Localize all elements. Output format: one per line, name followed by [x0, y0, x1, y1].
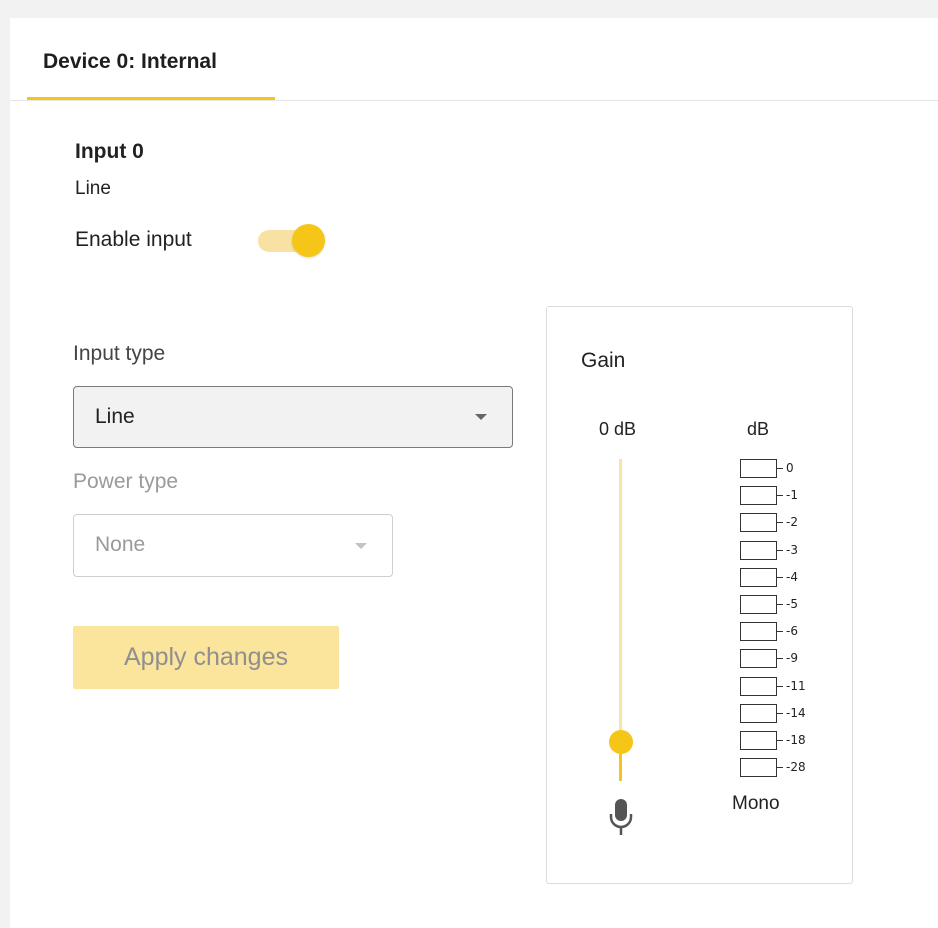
meter-segment: -14 — [740, 702, 820, 729]
power-type-select: None — [73, 514, 393, 577]
meter-box — [740, 731, 777, 750]
microphone-icon — [609, 799, 633, 835]
meter-tick — [777, 522, 783, 524]
meter-tick — [777, 712, 783, 714]
meter-segment: -6 — [740, 620, 820, 647]
meter-segment: -28 — [740, 756, 820, 783]
channel-label: Mono — [732, 793, 780, 814]
input-type-label: Input type — [73, 342, 166, 365]
gain-title: Gain — [581, 349, 626, 372]
meter-box — [740, 513, 777, 533]
meter-scale-label: -6 — [786, 624, 798, 639]
level-meter: 0 -1 -2 -3 -4 -5 -6 -9 -11 -14 -18 -28 — [740, 457, 820, 787]
input-type-select[interactable]: Line — [73, 386, 513, 448]
meter-scale-label: -28 — [786, 760, 806, 775]
meter-segment: -4 — [740, 566, 820, 593]
meter-scale-label: -9 — [786, 651, 798, 666]
input-type-value: Line — [95, 405, 135, 428]
meter-tick — [777, 576, 783, 578]
meter-unit-label: dB — [747, 419, 770, 439]
meter-scale-label: -4 — [786, 569, 798, 584]
meter-box — [740, 459, 777, 478]
meter-segment: 0 — [740, 457, 820, 484]
meter-segment: -1 — [740, 484, 820, 511]
meter-box — [740, 567, 777, 587]
meter-scale-label: -5 — [786, 597, 798, 611]
meter-scale-label: -2 — [786, 515, 798, 530]
device-tabs: Device 0: Internal — [10, 18, 938, 101]
apply-changes-button[interactable]: Apply changes — [73, 626, 339, 689]
meter-scale-label: -14 — [786, 705, 806, 720]
tab-device-0-internal[interactable]: Device 0: Internal — [27, 18, 275, 100]
meter-tick — [777, 658, 783, 660]
meter-tick — [777, 685, 783, 687]
meter-segment: -18 — [740, 729, 820, 756]
gain-panel: Gain 0 dB dB 0 -1 -2 -3 -4 -5 -6 -9 -11 -14 -18 -28… — [546, 306, 853, 884]
meter-scale-label: -1 — [786, 488, 798, 503]
slider-thumb[interactable] — [609, 730, 633, 755]
meter-scale-label: -18 — [786, 733, 806, 747]
meter-segment: -5 — [740, 593, 820, 620]
meter-segment: -11 — [740, 675, 820, 702]
meter-scale-label: 0 — [786, 461, 794, 475]
meter-tick — [777, 604, 783, 605]
meter-box — [740, 595, 777, 614]
gain-value-label: 0 dB — [599, 419, 637, 439]
meter-scale-label: -3 — [786, 542, 798, 557]
meter-tick — [777, 495, 783, 497]
meter-box — [740, 486, 777, 506]
meter-segment: -2 — [740, 511, 820, 538]
input-subtitle: Line — [75, 178, 111, 199]
power-type-value: None — [95, 533, 146, 556]
meter-tick — [777, 767, 783, 769]
meter-tick — [777, 468, 783, 469]
meter-scale-label: -11 — [786, 678, 806, 693]
tab-label: Device 0: Internal — [43, 50, 217, 73]
meter-tick — [777, 740, 783, 741]
meter-segment: -9 — [740, 647, 820, 674]
enable-input-toggle[interactable] — [258, 224, 326, 258]
meter-box — [740, 676, 777, 696]
enable-input-label: Enable input — [75, 228, 192, 251]
meter-tick — [777, 631, 783, 633]
meter-box — [740, 703, 777, 723]
caret-down-icon — [475, 414, 487, 420]
gain-slider[interactable] — [609, 459, 633, 781]
meter-box — [740, 758, 777, 778]
power-type-label: Power type — [73, 470, 179, 493]
device-panel: Device 0: Internal Input 0 Line Enable i… — [10, 18, 938, 928]
meter-segment: -3 — [740, 539, 820, 566]
meter-tick — [777, 549, 783, 551]
meter-box — [740, 622, 777, 642]
input-title: Input 0 — [75, 140, 144, 163]
meter-box — [740, 540, 777, 560]
toggle-thumb — [292, 224, 325, 257]
meter-box — [740, 649, 777, 669]
caret-down-icon — [355, 543, 367, 549]
